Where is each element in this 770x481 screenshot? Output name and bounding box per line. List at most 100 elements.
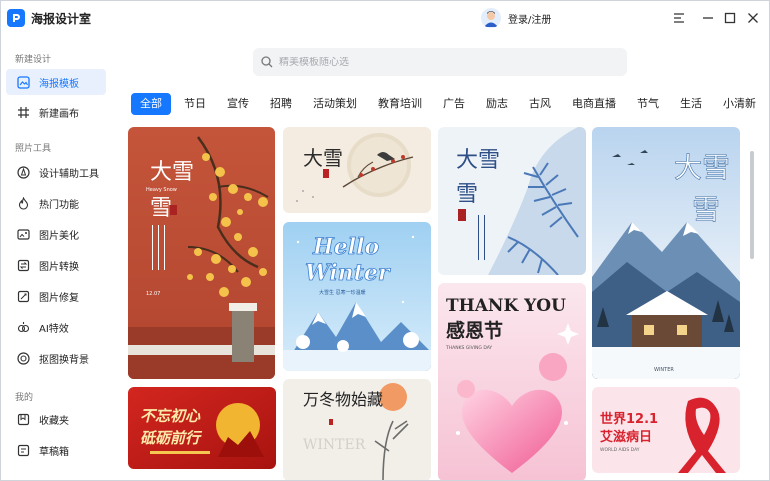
card7-title: 不忘初心 xyxy=(140,407,201,425)
svg-text:雪: 雪 xyxy=(150,196,172,221)
tab-all[interactable]: 全部 xyxy=(131,93,171,115)
convert-icon xyxy=(17,259,30,272)
category-tabs: 全部 节日 宣传 招聘 活动策划 教育培训 广告 励志 古风 电商直播 节气 生… xyxy=(131,93,769,115)
card4-title: 大雪 xyxy=(456,148,500,173)
section-title-photo-tools: 照片工具 xyxy=(15,144,52,154)
card6-cn: 感恩节 xyxy=(446,319,503,342)
tab-festival[interactable]: 节日 xyxy=(176,93,214,115)
sidebar-item-label: 图片修复 xyxy=(39,292,79,304)
card1-date: 12.07 xyxy=(146,291,160,297)
sidebar-item-ai-effects[interactable]: AI特效 xyxy=(6,314,106,340)
cutout-icon xyxy=(17,351,30,365)
template-thumbnail: THANK YOU 感恩节 THANKS GIVING DAY xyxy=(438,283,586,480)
sidebar-item-label: 图片转换 xyxy=(39,261,79,273)
tab-life[interactable]: 生活 xyxy=(672,93,710,115)
tab-ancient-style[interactable]: 古风 xyxy=(521,93,559,115)
template-card-heavy-snow-cabin[interactable]: 大雪 雪 WINTER xyxy=(592,127,740,379)
sidebar-item-label: 设计辅助工具 xyxy=(39,168,99,180)
svg-text:Hello: Hello xyxy=(312,234,379,260)
sidebar-item-cutout-background[interactable]: 抠图换背景 xyxy=(6,345,106,371)
section-title-new-design: 新建设计 xyxy=(15,55,52,65)
sidebar-item-image-convert[interactable]: 图片转换 xyxy=(6,252,106,278)
minimize-icon[interactable] xyxy=(698,8,718,28)
sidebar-item-label: 图片美化 xyxy=(39,230,79,242)
tab-inspiration[interactable]: 励志 xyxy=(478,93,516,115)
close-icon[interactable] xyxy=(743,8,763,28)
ai-effect-icon xyxy=(17,321,30,334)
maximize-icon[interactable] xyxy=(720,8,740,28)
card7-title2: 砥砺前行 xyxy=(140,429,203,447)
fire-icon xyxy=(17,196,30,210)
template-thumbnail: 大雪 雪 WINTER xyxy=(592,127,740,379)
tab-advertising[interactable]: 广告 xyxy=(435,93,473,115)
login-label: 登录/注册 xyxy=(508,14,552,26)
card2-title: 大雪 xyxy=(303,146,343,170)
tab-event-planning[interactable]: 活动策划 xyxy=(305,93,365,115)
card5-sub: WINTER xyxy=(654,367,674,373)
sidebar-item-image-beautify[interactable]: 图片美化 xyxy=(6,221,106,247)
svg-text:雪: 雪 xyxy=(456,182,478,207)
template-card-winter-tree[interactable]: 万冬物始藏 WINTER xyxy=(283,379,431,480)
tab-recruitment[interactable]: 招聘 xyxy=(262,93,300,115)
sidebar-item-label: 收藏夹 xyxy=(39,415,69,427)
sidebar-item-label: 热门功能 xyxy=(39,199,79,211)
sidebar: 新建设计 海报模板 新建画布 照片工具 设计辅助工具 热门功能 图片美化 图片转… xyxy=(1,35,119,480)
sidebar-item-hot-features[interactable]: 热门功能 xyxy=(6,190,106,216)
tab-education[interactable]: 教育培训 xyxy=(370,93,430,115)
template-thumbnail: 不忘初心 砥砺前行 xyxy=(128,387,276,469)
avatar xyxy=(481,8,501,28)
sidebar-item-favorites[interactable]: 收藏夹 xyxy=(6,406,106,432)
card9-title: 世界12.1 xyxy=(600,411,658,427)
sidebar-item-label: 海报模板 xyxy=(39,78,79,90)
sidebar-item-drafts[interactable]: 草稿箱 xyxy=(6,437,106,463)
card8-sub: WINTER xyxy=(303,437,366,453)
template-thumbnail: 大雪 Heavy Snow 雪 12.07 xyxy=(128,127,275,379)
grid-scrollbar[interactable] xyxy=(750,151,754,259)
sidebar-item-label: 新建画布 xyxy=(39,108,79,120)
sidebar-item-label: 草稿箱 xyxy=(39,446,69,458)
search-input[interactable] xyxy=(279,56,599,68)
poster-icon xyxy=(17,75,30,89)
template-card-heavy-snow-moon[interactable]: 大雪 xyxy=(283,127,431,213)
title-bar: 海报设计室 登录/注册 xyxy=(1,1,769,35)
card5-title: 大雪 xyxy=(674,151,730,184)
svg-text:雪: 雪 xyxy=(692,193,720,226)
card6-sub: THANKS GIVING DAY xyxy=(445,345,492,351)
card6-title: THANK YOU xyxy=(446,296,566,316)
card1-sub: Heavy Snow xyxy=(146,187,177,193)
template-thumbnail: 世界12.1 艾滋病日 WORLD AIDS DAY xyxy=(592,387,740,473)
template-thumbnail: 万冬物始藏 WINTER xyxy=(283,379,431,480)
template-card-heavy-snow-frost[interactable]: 大雪 雪 xyxy=(438,127,586,275)
search-bar[interactable] xyxy=(253,48,627,76)
menu-icon[interactable] xyxy=(669,8,689,28)
favorites-icon xyxy=(17,413,30,426)
tab-ecommerce-live[interactable]: 电商直播 xyxy=(564,93,624,115)
card1-title: 大雪 xyxy=(150,160,194,185)
template-card-aids-day[interactable]: 世界12.1 艾滋病日 WORLD AIDS DAY xyxy=(592,387,740,473)
card3-sub: 大雪生 忍寒一珍温暖 xyxy=(319,289,366,296)
tab-fresh[interactable]: 小清新 xyxy=(715,93,764,115)
template-thumbnail: Hello Winter 大雪生 忍寒一珍温暖 xyxy=(283,222,431,371)
template-card-thanksgiving[interactable]: THANK YOU 感恩节 THANKS GIVING DAY xyxy=(438,283,586,480)
login-button[interactable]: 登录/注册 xyxy=(481,7,551,29)
template-card-hello-winter[interactable]: Hello Winter 大雪生 忍寒一珍温暖 xyxy=(283,222,431,371)
sidebar-item-image-repair[interactable]: 图片修复 xyxy=(6,283,106,309)
card9-sub: WORLD AIDS DAY xyxy=(600,447,640,453)
section-title-mine: 我的 xyxy=(15,393,34,403)
tab-promotion[interactable]: 宣传 xyxy=(219,93,257,115)
template-thumbnail: 大雪 雪 xyxy=(438,127,586,275)
drafts-icon xyxy=(17,444,30,457)
template-card-heavy-snow-red[interactable]: 大雪 Heavy Snow 雪 12.07 xyxy=(128,127,275,379)
card9-title2: 艾滋病日 xyxy=(600,429,652,445)
sidebar-item-new-canvas[interactable]: 新建画布 xyxy=(6,99,106,125)
compass-icon xyxy=(17,165,30,179)
card8-title: 万冬物始藏 xyxy=(303,390,383,409)
hash-icon xyxy=(17,106,30,119)
template-card-party-red[interactable]: 不忘初心 砥砺前行 xyxy=(128,387,276,469)
tab-solar-terms[interactable]: 节气 xyxy=(629,93,667,115)
app-logo-icon xyxy=(7,9,25,27)
search-icon xyxy=(261,56,273,68)
sidebar-item-label: 抠图换背景 xyxy=(39,354,89,366)
sidebar-item-design-tools[interactable]: 设计辅助工具 xyxy=(6,159,106,185)
sidebar-item-poster-templates[interactable]: 海报模板 xyxy=(6,69,106,95)
